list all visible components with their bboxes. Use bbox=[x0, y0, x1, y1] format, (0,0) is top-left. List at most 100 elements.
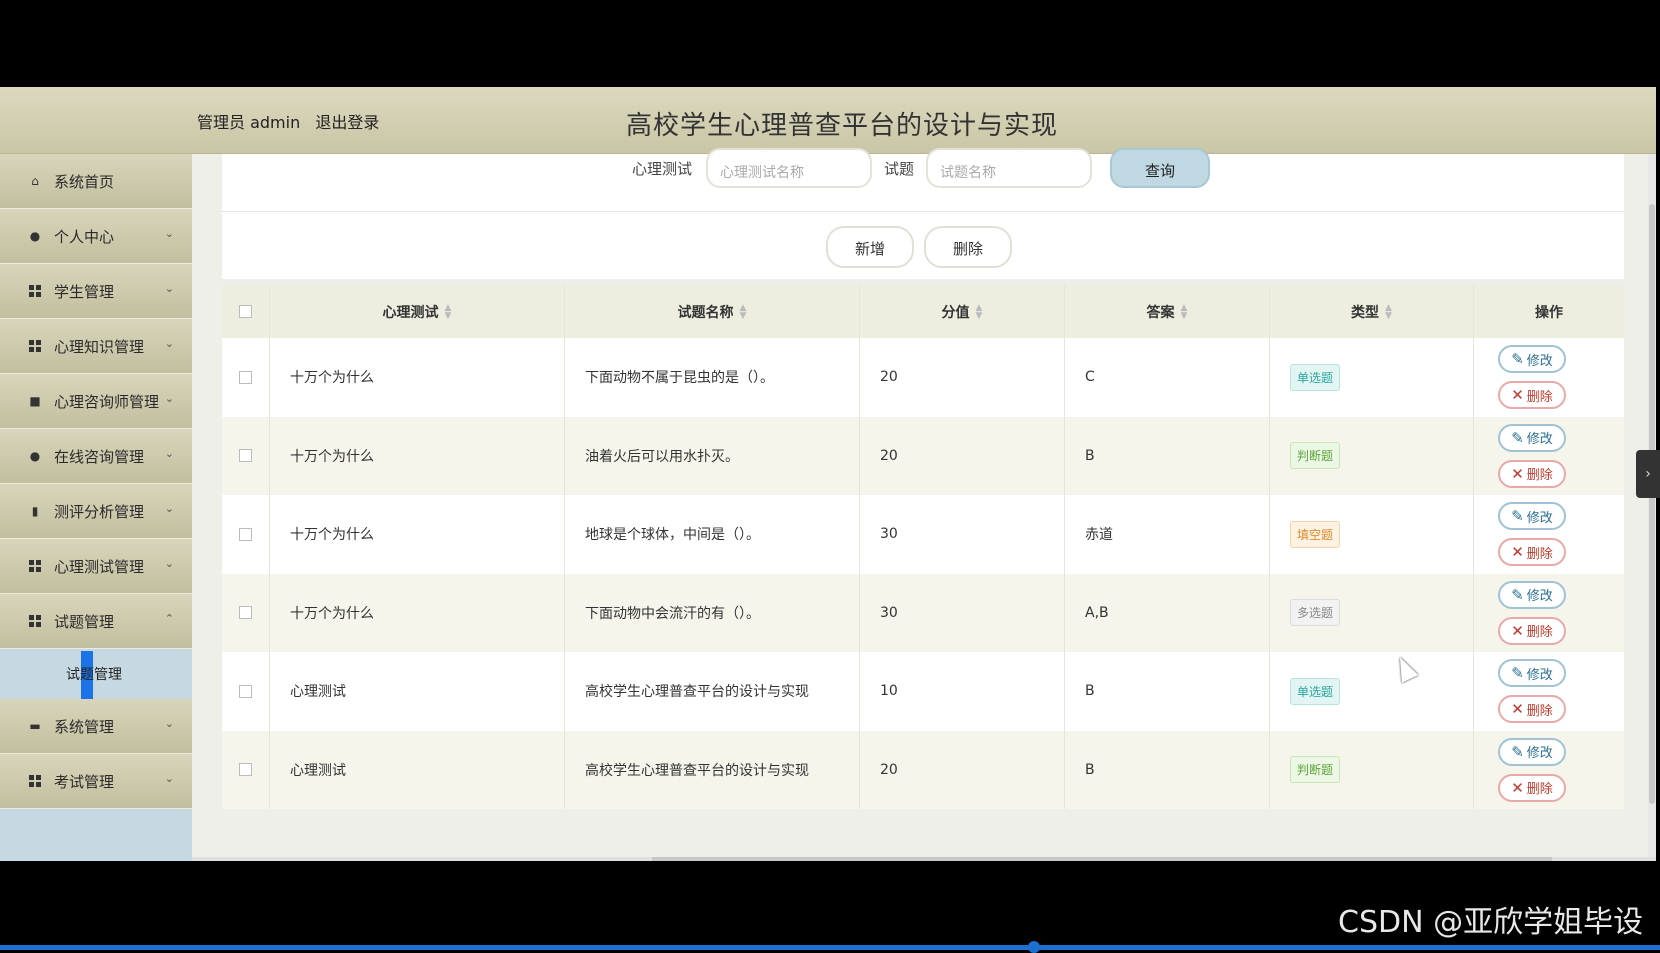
site-title: 高校学生心理普查平台的设计与实现 bbox=[626, 111, 1059, 141]
cell-score: 20 bbox=[860, 338, 1065, 417]
edit-button[interactable]: ✎ 修改 bbox=[1498, 580, 1566, 609]
sidebar-item-label: 心理咨询师管理 bbox=[54, 392, 160, 411]
cell-score: 30 bbox=[860, 495, 1065, 574]
column-header-type[interactable]: 类型 ▲ ▼ bbox=[1270, 285, 1474, 338]
close-icon: ✕ bbox=[1511, 543, 1524, 562]
table-header: 心理测试 ▲ ▼ 试题名称 ▲ ▼ 分值 ▲ ▼ 答案 ▲ ▼ 类型 ▲ ▼ 操作 bbox=[222, 285, 1624, 338]
cell-type: 单选题 bbox=[1270, 652, 1474, 731]
test-name-input[interactable]: 心理测试名称 bbox=[706, 148, 872, 188]
delete-button[interactable]: ✕ 删除 bbox=[1498, 616, 1566, 645]
scroll-thumb[interactable] bbox=[1649, 204, 1655, 804]
cell-test: 十万个为什么 bbox=[270, 495, 565, 574]
cell-actions: ✎ 修改 ✕ 删除 bbox=[1474, 417, 1624, 496]
cell-question: 下面动物中会流汗的有（）。 bbox=[565, 573, 860, 652]
delete-button[interactable]: ✕ 删除 bbox=[1498, 381, 1566, 410]
row-checkbox[interactable] bbox=[239, 527, 252, 541]
edit-button[interactable]: ✎ 修改 bbox=[1498, 502, 1566, 531]
column-label: 试题名称 bbox=[677, 304, 734, 321]
query-button[interactable]: 查询 bbox=[1110, 148, 1210, 188]
column-header-question[interactable]: 试题名称 ▲ ▼ bbox=[565, 285, 860, 338]
chevron-up-icon: ⌃ bbox=[164, 612, 174, 625]
progress-knob[interactable] bbox=[1028, 941, 1040, 953]
sidebar-item-label: 个人中心 bbox=[54, 227, 115, 246]
column-header-test[interactable]: 心理测试 ▲ ▼ bbox=[270, 285, 565, 338]
sidebar-item[interactable]: ▬ 系统管理 ⌄ bbox=[0, 699, 192, 754]
cell-question: 下面动物不属于昆虫的是（）。 bbox=[565, 338, 860, 417]
horizontal-scrollbar[interactable] bbox=[192, 857, 1656, 861]
pencil-icon: ✎ bbox=[1511, 507, 1524, 526]
sidebar-item[interactable]: ▮ 测评分析管理 ⌄ bbox=[0, 484, 192, 539]
column-header-score[interactable]: 分值 ▲ ▼ bbox=[860, 285, 1065, 338]
edit-button[interactable]: ✎ 修改 bbox=[1498, 659, 1566, 688]
edit-button[interactable]: ✎ 修改 bbox=[1498, 737, 1566, 766]
delete-label: 删除 bbox=[1526, 389, 1553, 405]
sidebar-item[interactable]: ● 个人中心 ⌄ bbox=[0, 209, 192, 264]
camera-icon: ■ bbox=[29, 394, 41, 408]
sidebar-item[interactable]: ● 在线咨询管理 ⌄ bbox=[0, 429, 192, 484]
row-select-cell bbox=[222, 730, 270, 809]
cell-test: 十万个为什么 bbox=[270, 416, 565, 495]
sidebar-item[interactable]: 学生管理 ⌄ bbox=[0, 264, 192, 319]
edit-label: 修改 bbox=[1526, 510, 1553, 526]
vertical-scrollbar[interactable] bbox=[1648, 154, 1656, 861]
row-checkbox[interactable] bbox=[239, 449, 252, 463]
type-badge: 判断题 bbox=[1290, 442, 1341, 470]
watermark: CSDN @亚欣学姐毕设 bbox=[1338, 905, 1644, 940]
cell-question: 地球是个球体，中间是（）。 bbox=[565, 495, 860, 574]
top-header: 管理员 admin 退出登录 高校学生心理普查平台的设计与实现 bbox=[0, 87, 1656, 154]
type-badge: 单选题 bbox=[1290, 363, 1341, 391]
edit-button[interactable]: ✎ 修改 bbox=[1498, 423, 1566, 452]
column-label: 类型 bbox=[1351, 304, 1380, 321]
row-select-cell bbox=[222, 652, 270, 731]
chevron-right-icon[interactable]: › bbox=[1636, 450, 1660, 498]
delete-button[interactable]: ✕ 删除 bbox=[1498, 459, 1566, 488]
column-label: 答案 bbox=[1146, 304, 1175, 321]
edit-label: 修改 bbox=[1526, 667, 1553, 683]
row-checkbox[interactable] bbox=[239, 606, 252, 620]
delete-label: 删除 bbox=[1526, 703, 1553, 719]
row-checkbox[interactable] bbox=[239, 370, 252, 384]
pencil-icon: ✎ bbox=[1511, 350, 1524, 369]
sidebar-item-label: 系统首页 bbox=[54, 172, 115, 191]
cell-question: 高校学生心理普查平台的设计与实现 bbox=[565, 652, 860, 731]
column-label: 操作 bbox=[1535, 304, 1563, 321]
row-select-cell bbox=[222, 416, 270, 495]
close-icon: ✕ bbox=[1511, 778, 1524, 797]
row-select-cell bbox=[222, 338, 270, 417]
scroll-thumb[interactable] bbox=[652, 857, 1552, 861]
video-progress-bar[interactable] bbox=[0, 941, 1660, 953]
sort-icon: ▲ ▼ bbox=[1385, 302, 1392, 321]
submenu-item-question-management[interactable]: 试题管理 bbox=[0, 649, 192, 699]
sidebar-item-label: 在线咨询管理 bbox=[54, 447, 145, 466]
type-badge: 多选题 bbox=[1290, 599, 1341, 627]
sidebar: ⌂ 系统首页 ● 个人中心 ⌄ 学生管理 ⌄ 心理知识管理 ⌄ ■ 心理咨询师管理 ⌄ ● 在线咨询管理 ⌄… bbox=[0, 154, 192, 861]
row-checkbox[interactable] bbox=[239, 763, 252, 777]
edit-button[interactable]: ✎ 修改 bbox=[1498, 345, 1566, 374]
sidebar-item[interactable]: 心理知识管理 ⌄ bbox=[0, 319, 192, 374]
sidebar-item[interactable]: ⌂ 系统首页 bbox=[0, 154, 192, 209]
close-icon: ✕ bbox=[1511, 464, 1524, 483]
pencil-icon: ✎ bbox=[1511, 585, 1524, 604]
add-button[interactable]: 新增 bbox=[826, 226, 914, 268]
column-header-answer[interactable]: 答案 ▲ ▼ bbox=[1065, 285, 1270, 338]
question-name-input[interactable]: 试题名称 bbox=[926, 148, 1092, 188]
sidebar-item[interactable]: 心理测试管理 ⌄ bbox=[0, 539, 192, 594]
delete-label: 删除 bbox=[1526, 782, 1553, 798]
delete-button[interactable]: ✕ 删除 bbox=[1498, 538, 1566, 567]
delete-button[interactable]: ✕ 删除 bbox=[1498, 695, 1566, 724]
grid-icon bbox=[28, 559, 42, 573]
close-icon: ✕ bbox=[1511, 386, 1524, 405]
select-all-checkbox[interactable] bbox=[239, 305, 252, 318]
sort-icon: ▲ ▼ bbox=[1180, 302, 1188, 321]
sidebar-item[interactable]: 考试管理 ⌄ bbox=[0, 754, 192, 809]
row-checkbox[interactable] bbox=[239, 684, 252, 698]
chevron-down-icon: ⌄ bbox=[164, 447, 174, 460]
logout-link[interactable]: 退出登录 bbox=[315, 113, 379, 132]
chevron-down-icon: ⌄ bbox=[164, 282, 174, 295]
cell-type: 判断题 bbox=[1270, 730, 1474, 809]
sidebar-item[interactable]: ■ 心理咨询师管理 ⌄ bbox=[0, 374, 192, 429]
batch-delete-button[interactable]: 删除 bbox=[924, 226, 1012, 268]
table-row: 心理测试 高校学生心理普查平台的设计与实现 10 B 单选题 ✎ 修改 ✕ 删除 bbox=[222, 652, 1624, 731]
delete-button[interactable]: ✕ 删除 bbox=[1498, 773, 1566, 802]
sidebar-item[interactable]: 试题管理 ⌃ bbox=[0, 594, 192, 649]
